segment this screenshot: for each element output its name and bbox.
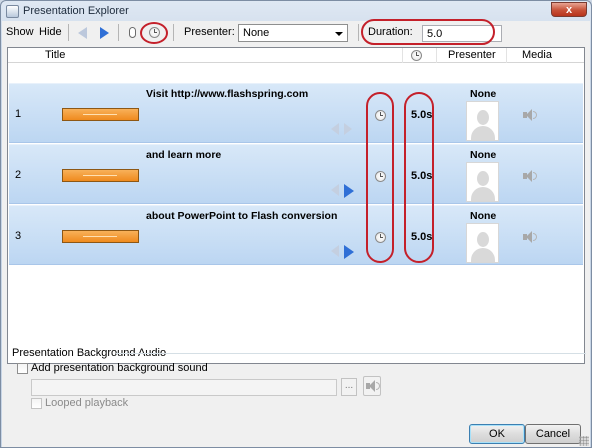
app-icon [6, 4, 19, 18]
timing-clock-icon[interactable] [375, 171, 386, 182]
slide-duration[interactable]: 5.0s [411, 109, 432, 121]
next-arrow-icon[interactable] [344, 184, 354, 198]
timing-clock-icon [411, 50, 422, 61]
slide-title: Visit http://www.flashspring.com [146, 88, 309, 100]
prev-arrow-icon [331, 184, 339, 196]
presentation-explorer-window: Presentation Explorer x Show Hide Presen… [0, 0, 592, 448]
play-sound-button[interactable] [363, 376, 381, 396]
advance-on-click-button[interactable] [124, 24, 140, 41]
presenter-photo-placeholder[interactable] [466, 162, 499, 202]
ok-button[interactable]: OK [469, 424, 525, 444]
presenter-dropdown[interactable]: None [238, 24, 348, 42]
looped-playback-checkbox[interactable] [31, 398, 42, 409]
resize-grip[interactable] [579, 436, 589, 446]
prev-arrow-icon [331, 245, 339, 257]
hide-button[interactable]: Hide [39, 26, 62, 38]
prev-arrow-icon [331, 123, 339, 135]
presenter-photo-placeholder[interactable] [466, 101, 499, 141]
next-slide-button[interactable] [96, 24, 112, 41]
slide-number: 2 [15, 169, 22, 181]
timing-clock-icon[interactable] [375, 232, 386, 243]
next-arrow-icon[interactable] [344, 245, 354, 259]
presenter-photo-placeholder[interactable] [466, 223, 499, 263]
add-background-sound-label[interactable]: Add presentation background sound [31, 362, 208, 374]
slide-thumbnail[interactable] [62, 108, 139, 121]
next-arrow-icon [99, 26, 109, 39]
presenter-name: None [470, 210, 497, 222]
group-divider [116, 353, 586, 354]
toolbar: Show Hide Presenter: None Duration: 5.0 [2, 19, 590, 45]
looped-playback-label[interactable]: Looped playback [45, 397, 128, 409]
column-divider [402, 48, 403, 63]
slide-row[interactable]: 1 Visit http://www.flashspring.com 5.0s … [9, 83, 583, 143]
prev-slide-button[interactable] [74, 24, 90, 41]
next-arrow-icon [344, 123, 352, 135]
column-presenter[interactable]: Presenter [448, 49, 496, 61]
presenter-label: Presenter: [184, 26, 235, 38]
toolbar-separator [358, 24, 359, 41]
add-background-sound-checkbox[interactable] [17, 363, 28, 374]
cancel-button[interactable]: Cancel [525, 424, 581, 444]
prev-arrow-icon [77, 26, 87, 39]
column-divider [506, 48, 507, 63]
duration-input[interactable]: 5.0 [422, 25, 502, 42]
presenter-name: None [470, 149, 497, 161]
slide-row[interactable]: 3 about PowerPoint to Flash conversion 5… [9, 205, 583, 265]
column-divider [436, 48, 437, 63]
background-sound-file-input[interactable] [31, 379, 337, 396]
browse-button[interactable]: ... [341, 378, 357, 396]
slide-duration[interactable]: 5.0s [411, 170, 432, 182]
close-button[interactable]: x [551, 2, 587, 17]
toolbar-separator [68, 24, 69, 41]
speaker-icon[interactable] [523, 231, 537, 243]
title-bar: Presentation Explorer x [1, 1, 591, 21]
column-media[interactable]: Media [522, 49, 552, 61]
timing-clock-icon [148, 27, 160, 38]
chevron-down-icon [335, 32, 343, 36]
show-button[interactable]: Show [6, 26, 34, 38]
speaker-icon [366, 380, 380, 392]
dialog-body: Show Hide Presenter: None Duration: 5.0 … [2, 19, 590, 447]
list-header: Title Presenter Media [8, 48, 584, 63]
speaker-icon[interactable] [523, 109, 537, 121]
slide-row[interactable]: 2 and learn more 5.0s None [9, 144, 583, 204]
presenter-name: None [470, 88, 497, 100]
mouse-icon [128, 27, 136, 38]
column-timing[interactable] [411, 50, 422, 64]
slide-thumbnail[interactable] [62, 169, 139, 182]
slide-number: 1 [15, 108, 22, 120]
speaker-icon[interactable] [523, 170, 537, 182]
slide-title: about PowerPoint to Flash conversion [146, 210, 338, 222]
toolbar-separator [118, 24, 119, 41]
slide-title: and learn more [146, 149, 222, 161]
window-title: Presentation Explorer [23, 5, 129, 17]
slide-duration[interactable]: 5.0s [411, 231, 432, 243]
column-title[interactable]: Title [45, 49, 65, 61]
advance-on-time-button[interactable] [146, 24, 162, 41]
presenter-dropdown-value: None [243, 27, 270, 39]
slide-thumbnail[interactable] [62, 230, 139, 243]
timing-clock-icon[interactable] [375, 110, 386, 121]
duration-label: Duration: [368, 26, 413, 38]
slide-number: 3 [15, 230, 22, 242]
toolbar-separator [173, 24, 174, 41]
slide-list: Title Presenter Media 1 Visit http://www… [7, 47, 585, 364]
